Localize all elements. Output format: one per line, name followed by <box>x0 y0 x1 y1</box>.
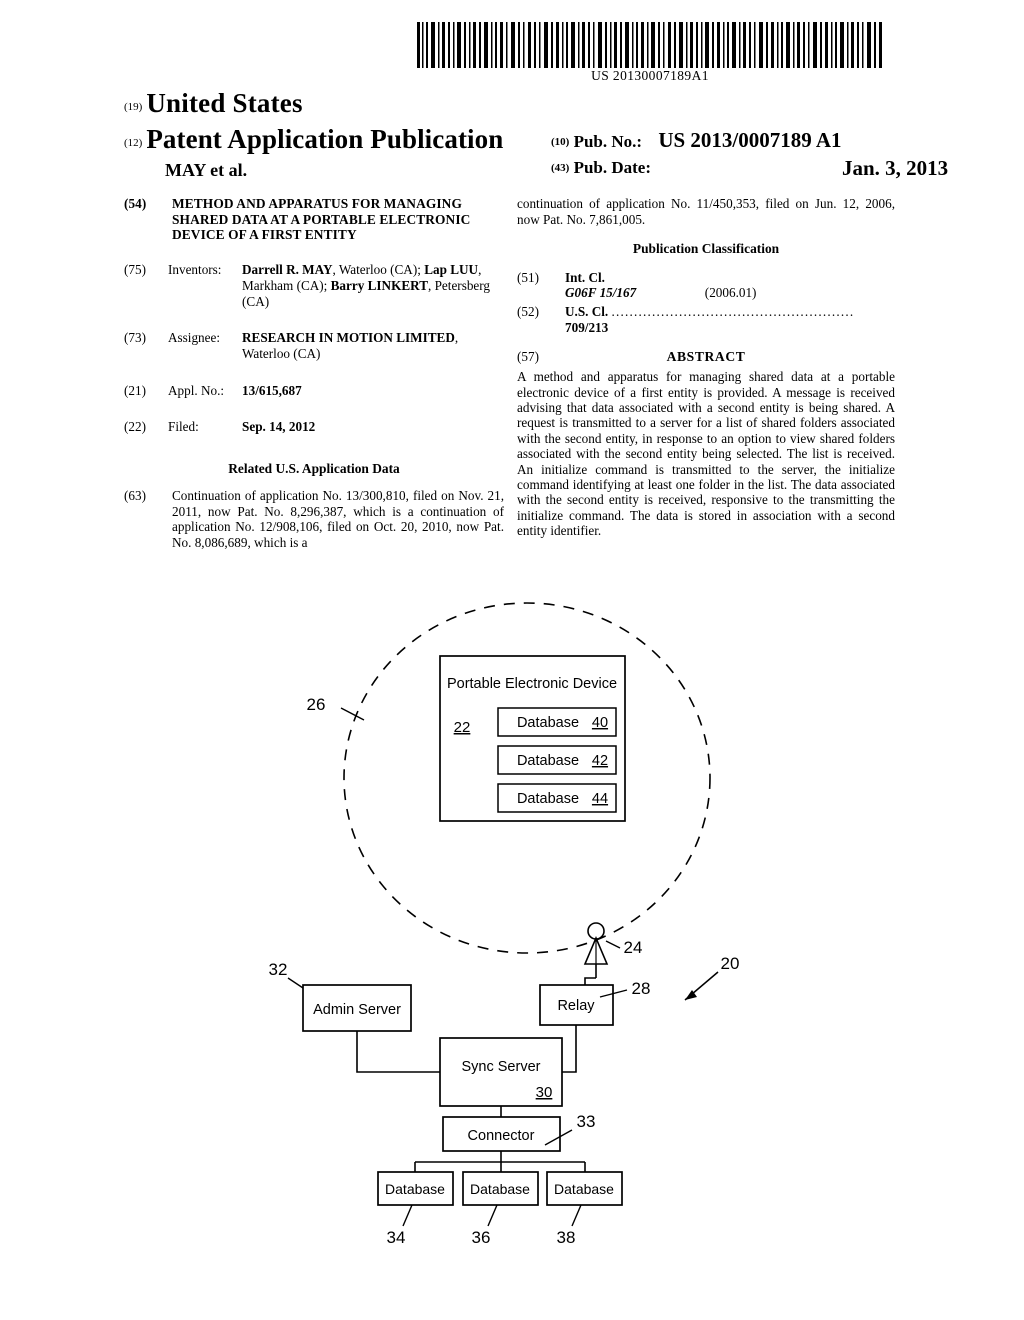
abstract-heading: ABSTRACT <box>666 349 746 365</box>
int-cl-edition: (2006.01) <box>704 285 757 300</box>
connector-label: Connector <box>468 1128 535 1144</box>
link-relay-sync <box>562 1025 577 1073</box>
pub-no-value: US 2013/0007189 A1 <box>658 128 842 152</box>
field-code-63: (63) <box>124 488 146 503</box>
author-line: MAY et al. <box>165 160 248 180</box>
abstract-heading-row: (57) ABSTRACT <box>517 349 895 365</box>
code-10: (10) <box>551 136 570 148</box>
field-code-52: (52) <box>517 304 539 320</box>
ref-22: 22 <box>454 719 471 736</box>
device-database-40-ref: 40 <box>592 715 608 731</box>
pub-date-label: Pub. Date: <box>573 158 652 177</box>
ref-20: 20 <box>721 954 740 973</box>
leader-26 <box>340 707 365 721</box>
bibliographic-right-column: continuation of application No. 11/450,3… <box>517 196 895 539</box>
device-database-44-label: Database <box>517 791 579 807</box>
continuation-tail-text: continuation of application No. 11/450,3… <box>517 196 895 227</box>
leader-33 <box>544 1129 573 1146</box>
filed-value: Sep. 14, 2012 <box>242 419 316 435</box>
inventors-label: Inventors: <box>168 261 222 277</box>
leader-32 <box>287 977 304 989</box>
ref-28: 28 <box>632 979 651 998</box>
code-12: (12) <box>124 137 143 149</box>
int-cl-symbol: G06F 15/167 <box>565 285 637 300</box>
pub-no-label: Pub. No.: <box>573 132 643 151</box>
us-cl-dots: ........................................… <box>611 304 855 320</box>
ref-38: 38 <box>557 1228 576 1247</box>
sync-server-label: Sync Server <box>462 1059 541 1075</box>
field-code-54: (54) <box>124 196 147 211</box>
ref-24: 24 <box>624 938 643 957</box>
patent-publication-page: US 20130007189A1 (19) United States (12)… <box>0 0 1024 1320</box>
document-type-line: (12) Patent Application Publication <box>124 124 503 155</box>
leader-38 <box>571 1204 582 1227</box>
portable-electronic-device-label: Portable Electronic Device <box>447 676 617 692</box>
int-cl-label: Int. Cl. <box>565 269 605 285</box>
publication-number-line: (10) Pub. No.: US 2013/0007189 A1 <box>551 128 842 153</box>
ref-33: 33 <box>577 1112 596 1131</box>
system-diagram: 26 Portable Electronic Device 22 Databas… <box>0 560 1024 1260</box>
us-cl-value: 709/213 <box>565 319 609 335</box>
continuation-text: Continuation of application No. 13/300,8… <box>172 488 504 550</box>
field-filed: (22) Filed: Sep. 14, 2012 <box>124 419 504 434</box>
country-name: United States <box>146 88 303 118</box>
field-code-21: (21) <box>124 382 146 398</box>
link-tower-relay <box>584 977 596 985</box>
publication-classification-heading: Publication Classification <box>632 241 780 257</box>
antenna-tower-icon <box>583 922 609 978</box>
leader-24 <box>605 940 621 949</box>
field-code-73: (73) <box>124 329 146 345</box>
field-continuation: (63) Continuation of application No. 13/… <box>124 488 504 550</box>
device-database-42-label: Database <box>517 753 579 769</box>
publication-number-barcode-text: US 20130007189A1 <box>591 68 709 83</box>
document-type: Patent Application Publication <box>146 124 504 154</box>
ref-36: 36 <box>472 1228 491 1247</box>
publication-date-line: (43) Pub. Date: Jan. 3, 2013 <box>551 156 948 180</box>
invention-title: METHOD AND APPARATUS FOR MANAGING SHARED… <box>172 196 471 243</box>
link-admin-sync <box>356 1031 440 1073</box>
country-line: (19) United States <box>124 88 303 119</box>
leader-36 <box>487 1204 498 1227</box>
filed-label: Filed: <box>168 419 199 435</box>
device-database-40-label: Database <box>517 715 579 731</box>
leader-34 <box>402 1204 413 1227</box>
appl-no-label: Appl. No.: <box>168 382 225 398</box>
appl-no-value: 13/615,687 <box>242 382 302 398</box>
database-36-label: Database <box>470 1181 530 1197</box>
database-38-label: Database <box>554 1181 614 1197</box>
field-title: (54) METHOD AND APPARATUS FOR MANAGING S… <box>124 196 504 243</box>
field-code-22: (22) <box>124 419 146 435</box>
code-43: (43) <box>551 162 570 174</box>
field-assignee: (73) Assignee: RESEARCH IN MOTION LIMITE… <box>124 330 504 362</box>
device-database-44-ref: 44 <box>592 791 608 807</box>
us-cl-label: U.S. Cl. <box>565 304 609 320</box>
relay-label: Relay <box>557 998 595 1014</box>
abstract-text: A method and apparatus for managing shar… <box>517 369 895 539</box>
ref-30: 30 <box>536 1084 553 1101</box>
ref-32: 32 <box>269 960 288 979</box>
pub-date-value: Jan. 3, 2013 <box>842 156 949 180</box>
ref-34: 34 <box>387 1228 406 1247</box>
bibliographic-left-column: (54) METHOD AND APPARATUS FOR MANAGING S… <box>124 196 504 550</box>
barcode-icon <box>415 22 885 68</box>
database-34-label: Database <box>385 1181 445 1197</box>
code-19: (19) <box>124 101 143 113</box>
field-inventors: (75) Inventors: Darrell R. MAY, Waterloo… <box>124 262 504 310</box>
field-code-75: (75) <box>124 261 146 277</box>
admin-server-label: Admin Server <box>313 1002 401 1018</box>
masthead: (19) United States (12) Patent Applicati… <box>0 88 1024 180</box>
field-appl-no: (21) Appl. No.: 13/615,687 <box>124 383 504 398</box>
device-database-42-ref: 42 <box>592 753 608 769</box>
field-int-cl: (51) Int. Cl. G06F 15/167 (2006.01) <box>517 270 895 301</box>
system-ref-arrow <box>684 971 719 1001</box>
assignee-label: Assignee: <box>168 329 221 345</box>
inventors-value: Darrell R. MAY, Waterloo (CA); Lap LUU, … <box>242 261 491 309</box>
field-code-51: (51) <box>517 269 539 285</box>
ref-26: 26 <box>307 695 326 714</box>
assignee-value: RESEARCH IN MOTION LIMITED, Waterloo (CA… <box>242 329 459 361</box>
field-us-cl: (52) U.S. Cl. ..........................… <box>517 304 895 335</box>
related-application-data-heading: Related U.S. Application Data <box>228 460 400 476</box>
